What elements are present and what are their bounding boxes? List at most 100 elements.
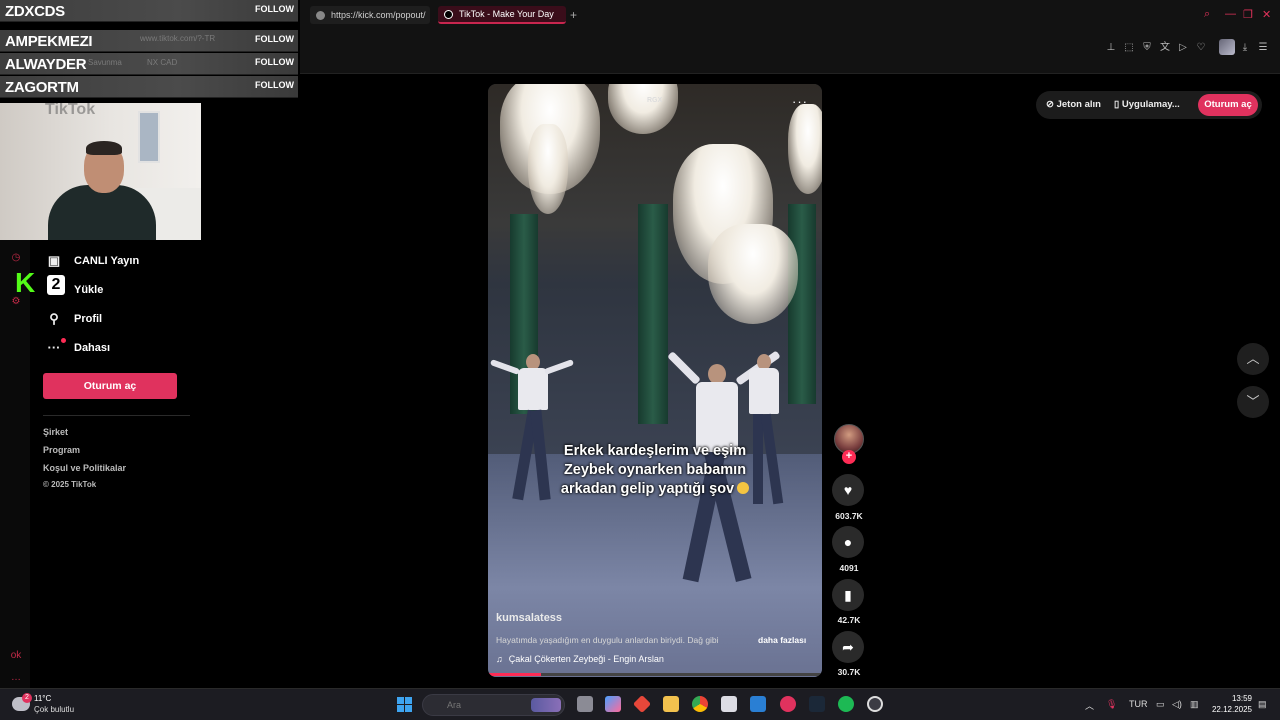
weather-temperature[interactable]: 11°C: [34, 694, 51, 703]
music-title: Çakal Çökerten Zeybeği - Engin Arslan: [508, 654, 664, 664]
pin-icon[interactable]: ⊥: [1105, 42, 1117, 54]
share-count: 30.7K: [837, 667, 861, 677]
screenshot-icon[interactable]: ⬚: [1123, 42, 1135, 54]
sidebar-item-label: Dahası: [74, 342, 111, 354]
clock-icon[interactable]: ◷: [10, 252, 22, 264]
sidebar-divider: [43, 415, 190, 416]
clock-time[interactable]: 13:59: [1218, 694, 1252, 703]
heart-icon[interactable]: ♡: [1195, 42, 1207, 54]
windows-logo-pane: [405, 705, 412, 712]
steam-icon[interactable]: [809, 696, 825, 712]
shield-icon[interactable]: ⛨: [1141, 42, 1153, 54]
sidebar-item-live[interactable]: ▣ CANLI Yayın: [46, 251, 139, 271]
follow-label: FOLLOW: [255, 80, 294, 90]
app-diamond-icon[interactable]: [632, 694, 652, 714]
comment-button[interactable]: ●: [832, 526, 864, 558]
caption-line: Erkek kardeşlerim ve eşim: [563, 443, 747, 459]
get-app-link[interactable]: ▯ Uygulamay...: [1114, 99, 1180, 110]
download-icon[interactable]: ⤓: [1239, 42, 1251, 54]
file-explorer-icon[interactable]: [663, 696, 679, 712]
sidebar-item-label: Yükle: [74, 284, 104, 296]
live-icon: ▣: [47, 253, 61, 268]
coins-label: Jeton alın: [1056, 99, 1101, 110]
microphone-icon[interactable]: 🎙: [1106, 699, 1117, 710]
new-tab-button[interactable]: +: [570, 8, 577, 22]
comment-icon: ●: [843, 534, 853, 550]
weather-badge: 2: [22, 693, 32, 703]
ghost-tiktok-logo: TikTok: [45, 103, 96, 118]
ok-icon[interactable]: ok: [10, 650, 22, 662]
ghost-url-text: www.tiktok.com/?-TR: [140, 34, 216, 43]
see-more-link[interactable]: daha fazlası: [758, 635, 806, 645]
music-info[interactable]: ♫ Çakal Çökerten Zeybeği - Engin Arslan: [496, 654, 664, 664]
close-icon[interactable]: ✕: [1262, 8, 1271, 21]
tab-tiktok[interactable]: TikTok - Make Your Day: [438, 6, 566, 24]
kick-follower-overlay: ZDXCDS FOLLOW AMPEKMEZI www.tiktok.com/?…: [0, 0, 300, 100]
notifications-icon[interactable]: ▤: [1258, 699, 1267, 710]
copyright-text: © 2025 TikTok: [43, 480, 97, 489]
follow-label: FOLLOW: [255, 34, 294, 44]
ghost-bar-text: NX CAD: [147, 58, 178, 67]
dancer-shirt: [518, 368, 548, 410]
chandelier: [528, 124, 568, 214]
save-button[interactable]: ▮: [832, 579, 864, 611]
chandelier: [708, 224, 798, 324]
start-button[interactable]: [397, 697, 412, 712]
obs-icon[interactable]: [867, 696, 883, 712]
video-username[interactable]: kumsalatess: [496, 612, 562, 624]
smile-emoji-icon: [737, 482, 750, 494]
top-login-button[interactable]: Oturum aç: [1198, 94, 1258, 116]
display-icon[interactable]: ▭: [1156, 699, 1165, 710]
task-view-icon[interactable]: [577, 696, 593, 712]
like-button[interactable]: ♥: [832, 474, 864, 506]
previous-video-button[interactable]: ︿: [1237, 343, 1269, 375]
language-indicator[interactable]: TUR: [1129, 699, 1148, 709]
battery-icon[interactable]: ▥: [1190, 699, 1199, 710]
sidebar-item-more[interactable]: ··· Dahası: [46, 338, 110, 358]
search-icon[interactable]: ⌕: [1204, 8, 1210, 21]
footer-link-terms[interactable]: Koşul ve Politikalar: [43, 463, 126, 473]
streamer-hair: [86, 141, 122, 155]
sidebar-item-profile[interactable]: ⚲ Profil: [46, 309, 102, 329]
footer-link-company[interactable]: Şirket: [43, 427, 68, 437]
chevron-down-icon: ﹀: [1246, 394, 1260, 409]
next-video-button[interactable]: ﹀: [1237, 386, 1269, 418]
follow-plus-icon[interactable]: +: [842, 450, 856, 464]
coin-icon: ⊘: [1046, 99, 1057, 110]
volume-icon[interactable]: ◁): [1172, 699, 1182, 710]
clock-date[interactable]: 22.12.2025: [1206, 705, 1252, 714]
login-button[interactable]: Oturum aç: [43, 373, 177, 399]
follower-name: ZAGORTM: [5, 79, 79, 96]
profile-avatar[interactable]: [1219, 39, 1235, 55]
spotify-icon[interactable]: [838, 696, 854, 712]
minimize-icon[interactable]: —: [1225, 8, 1236, 20]
translate-icon[interactable]: 文: [1159, 42, 1171, 54]
opera-gx-icon[interactable]: [780, 696, 796, 712]
weather-description[interactable]: Çok bulutlu: [34, 705, 74, 714]
share-button[interactable]: ➦: [832, 631, 864, 663]
footer-link-program[interactable]: Program: [43, 445, 80, 455]
video-player[interactable]: RGX ··· Erkek kardeşlerim ve eşim Zeybek…: [488, 84, 822, 677]
tab-kick-popout[interactable]: https://kick.com/popout/: [310, 6, 430, 24]
mail-icon[interactable]: [750, 696, 766, 712]
chrome-icon[interactable]: [692, 696, 708, 712]
video-menu-button[interactable]: ···: [792, 94, 808, 109]
more-dots-icon[interactable]: …: [10, 672, 22, 684]
video-watermark: RGX: [647, 97, 663, 104]
play-icon[interactable]: ▷: [1177, 42, 1189, 54]
music-note-icon: ♫: [496, 654, 503, 664]
follower-name: ZDXCDS: [5, 3, 65, 20]
tab-label: TikTok - Make Your Day: [459, 9, 554, 19]
menu-icon[interactable]: ☰: [1257, 42, 1269, 54]
store-icon[interactable]: [721, 696, 737, 712]
tiktok-favicon-icon: [444, 9, 453, 19]
get-coins-link[interactable]: ⊘ Jeton alın: [1046, 99, 1101, 110]
restore-icon[interactable]: ❐: [1243, 8, 1253, 21]
tab-label: https://kick.com/popout/: [331, 10, 426, 20]
sidebar-item-upload[interactable]: Yükle: [46, 280, 103, 300]
video-progress-bar[interactable]: [488, 673, 822, 676]
copilot-icon[interactable]: [605, 696, 621, 712]
video-description: Hayatımda yaşadığım en duygulu anlardan …: [496, 635, 719, 645]
chandelier: [788, 104, 822, 194]
tray-chevron-icon[interactable]: ︿: [1085, 699, 1094, 712]
